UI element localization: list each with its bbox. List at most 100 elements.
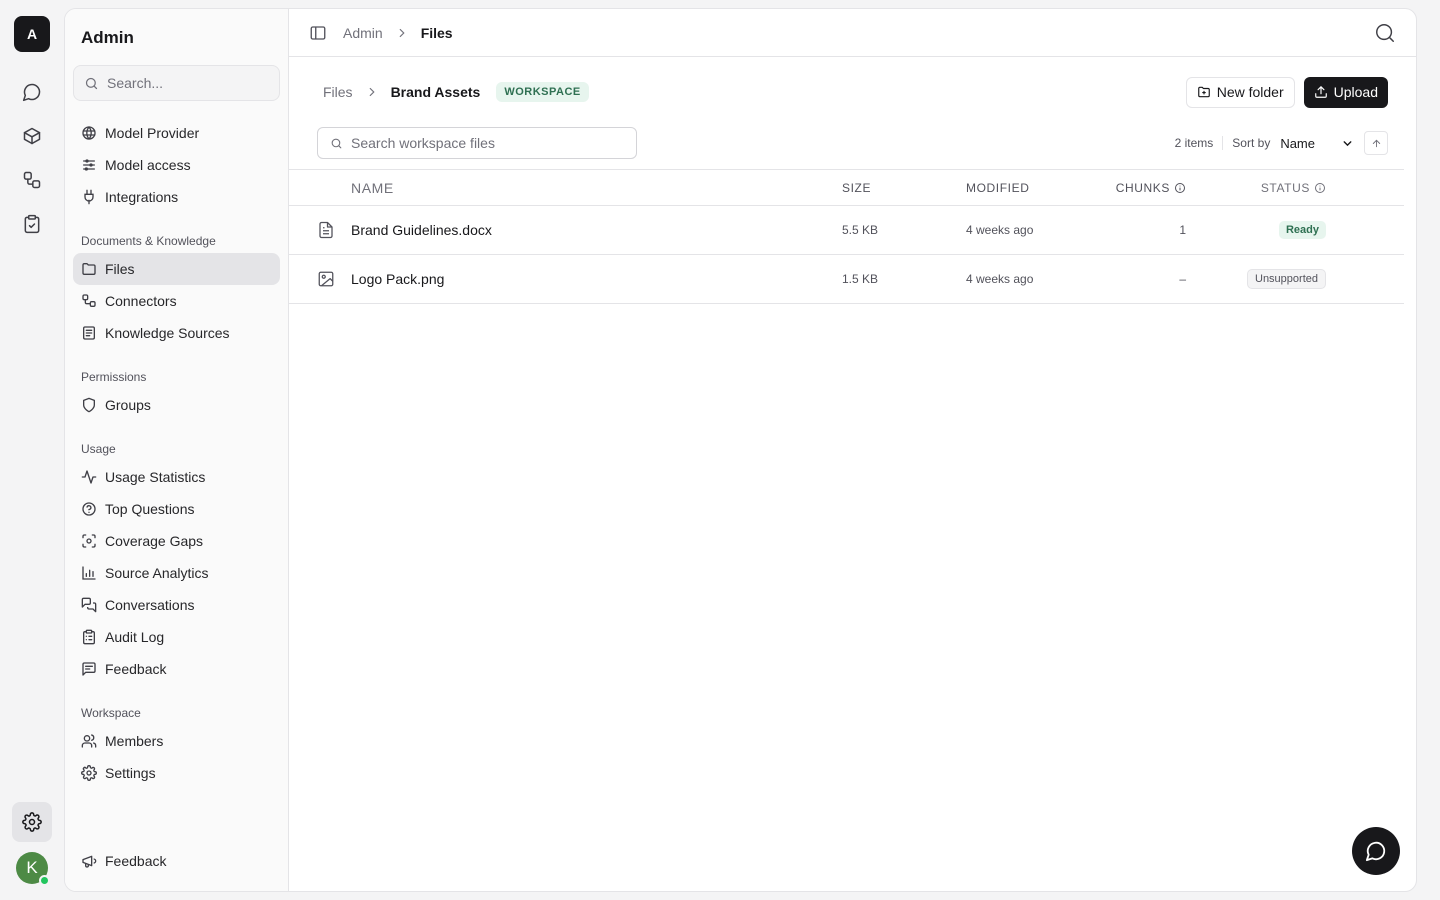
message-circle-icon xyxy=(1365,841,1386,862)
sidebar-item-label: Coverage Gaps xyxy=(105,533,204,549)
toggle-sidebar-button[interactable] xyxy=(309,24,327,42)
gear-icon xyxy=(22,812,42,832)
sidebar-nav-top: Model Provider Model access Integrations xyxy=(73,117,280,213)
sidebar-item-label: Members xyxy=(105,733,164,749)
table-row[interactable]: Brand Guidelines.docx 5.5 KB 4 weeks ago… xyxy=(289,206,1404,255)
file-modified: 4 weeks ago xyxy=(966,272,1034,286)
topbar: Admin Files xyxy=(289,9,1416,57)
search-icon xyxy=(85,77,98,89)
sidebar-item-files[interactable]: Files xyxy=(73,253,280,285)
sidebar-item-conversations[interactable]: Conversations xyxy=(73,589,280,621)
breadcrumb-admin-link[interactable]: Admin xyxy=(343,25,383,41)
info-icon xyxy=(1315,182,1325,193)
sidebar-item-settings[interactable]: Settings xyxy=(73,757,280,789)
divider xyxy=(1222,136,1224,150)
user-avatar[interactable]: K xyxy=(16,852,50,886)
page-header: Files Brand Assets WORKSPACE New folder … xyxy=(289,57,1416,127)
sidebar-item-label: Source Analytics xyxy=(105,565,209,581)
new-folder-button[interactable]: New folder xyxy=(1185,76,1295,108)
breadcrumb-files-link[interactable]: Files xyxy=(323,84,353,100)
sidebar-item-model-provider[interactable]: Model Provider xyxy=(73,117,280,149)
sort-value: Name xyxy=(1280,135,1315,151)
workflows-nav-button[interactable] xyxy=(12,160,52,200)
column-header-status[interactable]: STATUS xyxy=(1186,181,1326,195)
column-header-modified[interactable]: MODIFIED xyxy=(966,181,1111,195)
sidebar-item-integrations[interactable]: Integrations xyxy=(73,181,280,213)
new-folder-label: New folder xyxy=(1216,84,1284,100)
sidebar-item-coverage-gaps[interactable]: Coverage Gaps xyxy=(73,525,280,557)
file-chunks: 1 xyxy=(1179,223,1186,237)
sidebar-search-input[interactable]: Search... xyxy=(73,65,280,101)
sort-direction-button[interactable] xyxy=(1364,131,1388,155)
panel-left-icon xyxy=(310,25,326,40)
scan-icon xyxy=(82,534,96,548)
upload-button[interactable]: Upload xyxy=(1303,76,1388,108)
sidebar-feedback-button[interactable]: Feedback xyxy=(73,845,280,877)
search-icon xyxy=(331,138,342,148)
chevron-down-icon xyxy=(1343,140,1352,146)
filter-row: Search workspace files 2 items Sort by N… xyxy=(289,127,1416,169)
sidebar-item-label: Audit Log xyxy=(105,629,165,645)
column-header-size[interactable]: SIZE xyxy=(842,181,966,195)
sidebar-item-connectors[interactable]: Connectors xyxy=(73,285,280,317)
column-header-chunks[interactable]: CHUNKS xyxy=(1111,181,1186,195)
file-name[interactable]: Brand Guidelines.docx xyxy=(351,222,842,238)
status-badge: Ready xyxy=(1278,221,1326,239)
chevron-right-icon xyxy=(395,26,409,40)
sidebar-item-feedback[interactable]: Feedback xyxy=(73,653,280,685)
workspace-file-search-input[interactable]: Search workspace files xyxy=(317,127,637,159)
header-actions: New folder Upload xyxy=(1185,76,1388,108)
search-button[interactable] xyxy=(1374,22,1396,44)
chat-nav-button[interactable] xyxy=(12,72,52,112)
workflow-icon xyxy=(82,294,96,307)
plug-icon xyxy=(84,189,94,205)
info-icon xyxy=(1175,182,1185,193)
clipboard-check-icon xyxy=(24,214,40,234)
sidebar-item-source-analytics[interactable]: Source Analytics xyxy=(73,557,280,589)
sidebar-item-audit-log[interactable]: Audit Log xyxy=(73,621,280,653)
clipboard-list-icon xyxy=(83,629,95,645)
sidebar-item-knowledge-sources[interactable]: Knowledge Sources xyxy=(73,317,280,349)
section-label-workspace: Workspace xyxy=(81,706,141,720)
help-circle-icon xyxy=(82,502,96,516)
breadcrumb: Admin Files xyxy=(343,25,453,41)
admin-settings-nav-button[interactable] xyxy=(12,802,52,842)
sidebar-item-members[interactable]: Members xyxy=(73,725,280,757)
workspace-badge: WORKSPACE xyxy=(496,82,589,102)
messages-icon xyxy=(81,597,97,613)
sidebar-title: Admin xyxy=(81,28,134,47)
sidebar-item-label: Usage Statistics xyxy=(105,469,206,485)
column-header-chunks-label: CHUNKS xyxy=(1115,180,1170,195)
sidebar-item-top-questions[interactable]: Top Questions xyxy=(73,493,280,525)
file-modified: 4 weeks ago xyxy=(966,223,1034,237)
file-search-placeholder: Search workspace files xyxy=(351,135,495,151)
icon-rail: A K xyxy=(0,0,64,900)
file-name[interactable]: Logo Pack.png xyxy=(351,271,842,287)
sidebar-item-label: Settings xyxy=(105,765,156,781)
table-row[interactable]: Logo Pack.png 1.5 KB 4 weeks ago – Unsup… xyxy=(289,255,1404,304)
file-status-cell: Ready xyxy=(1186,221,1326,239)
online-status-dot xyxy=(39,875,50,886)
workspace-logo[interactable]: A xyxy=(14,16,50,52)
column-header-name[interactable]: NAME xyxy=(351,180,842,196)
sidebar-item-groups[interactable]: Groups xyxy=(73,389,280,421)
sidebar-item-usage-statistics[interactable]: Usage Statistics xyxy=(73,461,280,493)
file-text-icon xyxy=(289,221,351,239)
bar-chart-icon xyxy=(82,566,96,580)
sidebar-footer-label: Feedback xyxy=(105,853,167,869)
admin-sidebar: Admin Search... Model Provider Model acc… xyxy=(65,9,289,891)
sliders-icon xyxy=(83,159,95,171)
sidebar-item-label: Integrations xyxy=(105,189,179,205)
message-square-text-icon xyxy=(82,662,96,676)
activity-icon xyxy=(81,470,97,484)
chat-launcher-button[interactable] xyxy=(1352,827,1400,875)
megaphone-icon xyxy=(82,855,97,868)
tasks-nav-button[interactable] xyxy=(12,204,52,244)
sidebar-item-model-access[interactable]: Model access xyxy=(73,149,280,181)
models-nav-button[interactable] xyxy=(12,116,52,156)
sort-controls: 2 items Sort by Name xyxy=(1175,127,1388,159)
file-size: 1.5 KB xyxy=(842,272,879,286)
upload-label: Upload xyxy=(1333,84,1378,100)
sort-select[interactable]: Name xyxy=(1280,136,1354,151)
users-icon xyxy=(81,734,97,748)
